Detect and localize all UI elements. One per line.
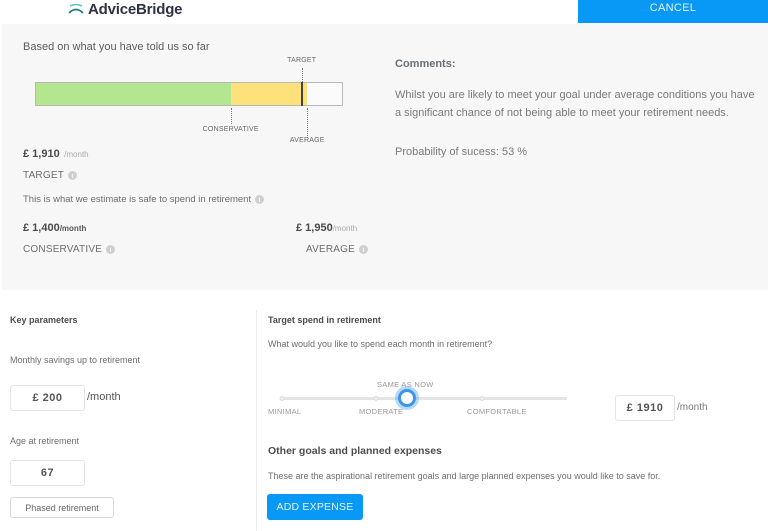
column-divider (256, 310, 257, 531)
slider-label-comfortable: COMFORTABLE (467, 407, 527, 416)
info-icon[interactable] (255, 195, 265, 204)
target-spend-input[interactable]: £ 1910 (615, 395, 675, 421)
conservative-label: CONSERVATIVE (23, 244, 116, 255)
slider-thumb[interactable] (398, 389, 417, 407)
probability-of-success: Probability of sucess: 53 % (395, 146, 528, 158)
target-spend-slider[interactable] (279, 389, 567, 407)
average-marker-label: AVERAGE (289, 137, 325, 144)
key-parameters-title: Key parameters (10, 315, 78, 325)
age-at-retirement-input[interactable]: 67 (10, 460, 85, 486)
average-tick (307, 108, 309, 138)
other-goals-title: Other goals and planned expenses (268, 445, 442, 457)
top-bar: AdviceBridge CANCEL (0, 0, 768, 24)
slider-stop-moderate[interactable] (373, 396, 379, 401)
age-at-retirement-label: Age at retirement (10, 436, 80, 446)
projection-bar (35, 82, 343, 106)
average-label: AVERAGE (306, 244, 369, 255)
summary-title: Based on what you have told us so far (23, 41, 210, 53)
target-tick (301, 68, 303, 82)
slider-stop-comfortable[interactable] (479, 396, 484, 401)
target-spend-title: Target spend in retirement (268, 315, 381, 325)
target-amount: £ 1,910 /month (23, 148, 89, 160)
comments-body: Whilst you are likely to meet your goal … (395, 89, 755, 119)
conservative-segment (36, 83, 231, 105)
estimate-note: This is what we estimate is safe to spen… (23, 194, 265, 205)
slider-label-minimal: MINIMAL (268, 407, 302, 416)
comments-title: Comments: (395, 58, 456, 70)
brand-name: AdviceBridge (88, 0, 183, 18)
summary-panel: Based on what you have told us so far TA… (2, 24, 768, 290)
average-segment (230, 83, 308, 105)
phased-retirement-button[interactable]: Phased retirement (10, 497, 114, 518)
bridge-arc-icon (68, 3, 84, 15)
slider-current-label: SAME AS NOW (377, 380, 434, 389)
info-icon[interactable] (359, 245, 369, 254)
cancel-button[interactable]: CANCEL (578, 0, 768, 23)
logo[interactable]: AdviceBridge (68, 0, 182, 18)
slider-stop-minimal[interactable] (279, 396, 285, 401)
monthly-savings-input[interactable]: £ 200 (10, 385, 85, 411)
monthly-savings-unit: /month (87, 391, 121, 403)
info-icon[interactable] (106, 245, 116, 254)
average-amount: £ 1,950/month (296, 222, 358, 234)
other-goals-description: These are the aspirational retirement go… (268, 471, 661, 481)
conservative-tick (230, 108, 232, 124)
target-label: TARGET (23, 170, 78, 181)
conservative-marker-label: CONSERVATIVE (202, 126, 259, 133)
slider-label-moderate: MODERATE (359, 407, 404, 416)
conservative-amount: £ 1,400/month (23, 222, 87, 234)
monthly-savings-label: Monthly savings up to retirement (10, 355, 141, 365)
target-spend-unit: /month (677, 402, 708, 413)
info-icon[interactable] (68, 171, 78, 180)
add-expense-button[interactable]: ADD EXPENSE (267, 494, 363, 520)
target-spend-question: What would you like to spend each month … (268, 339, 493, 349)
target-marker-label: TARGET (287, 57, 317, 64)
target-marker (300, 82, 303, 106)
